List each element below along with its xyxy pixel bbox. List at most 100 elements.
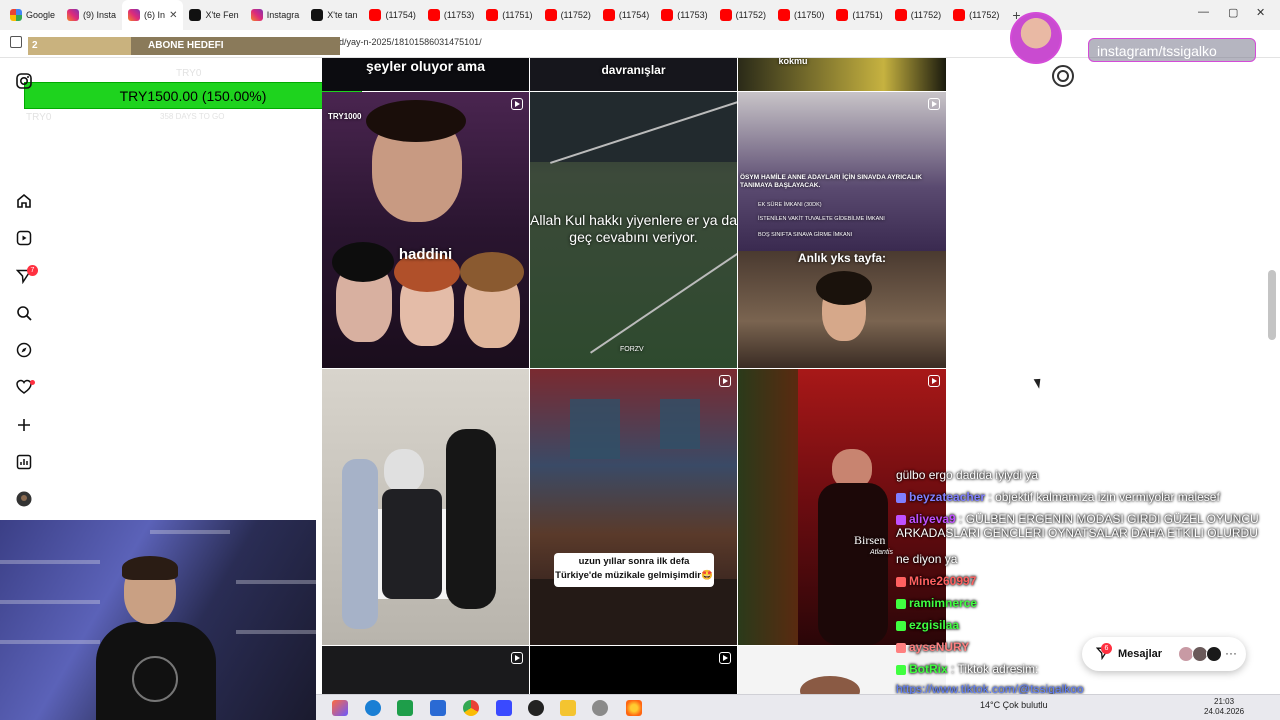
instagram-sidebar: 7	[0, 58, 48, 520]
explore-icon[interactable]	[14, 340, 34, 360]
browser-tab[interactable]: (11754)	[597, 0, 655, 30]
messages-button[interactable]: 6 Mesajlar ···	[1082, 637, 1246, 671]
weather-widget[interactable]: 14°C Çok bulutlu	[980, 700, 1048, 710]
chat-username[interactable]: ezgisilaa	[909, 618, 959, 632]
instagram-icon	[67, 9, 80, 21]
profile-icon[interactable]	[14, 489, 34, 509]
maximize-button[interactable]: ▢	[1228, 6, 1238, 19]
browser-tab-label: (11754)	[618, 10, 650, 20]
chat-badge-icon	[896, 492, 906, 503]
x-icon	[311, 9, 324, 21]
chat-message: ramimnerce	[896, 596, 977, 610]
browser-tab[interactable]: Instagra	[245, 0, 306, 30]
settings-icon[interactable]	[592, 700, 608, 716]
youtube-icon	[427, 9, 440, 21]
post-tile[interactable]: uzun yıllar sonra ilk defa Türkiye'de mü…	[530, 369, 737, 645]
home-icon[interactable]	[14, 191, 34, 211]
instagram-overlay-icon	[1052, 65, 1074, 87]
youtube-icon	[602, 9, 615, 21]
osym-bullet-2: İSTENİLEN VAKİT TUVALETE GİDEBİLME İMKAN…	[758, 216, 885, 222]
browser-tab-label: (9) Insta	[83, 10, 117, 20]
youtube-icon	[486, 9, 499, 21]
browser-tab[interactable]: X'te tan	[305, 0, 363, 30]
browser-tab[interactable]: (11752)	[947, 0, 1005, 30]
post-tile[interactable]: Anlık yks tayfa:	[738, 251, 946, 368]
browser-tab[interactable]: X'te Fen	[183, 0, 244, 30]
minimize-button[interactable]: —	[1198, 6, 1209, 18]
browser-tab[interactable]: (11752)	[889, 0, 947, 30]
chat-message: ezgisilaa	[896, 618, 959, 632]
post-caption: davranışlar	[601, 63, 666, 77]
browser-tab[interactable]: (9) Insta	[61, 0, 122, 30]
chat-badge-icon	[896, 664, 906, 675]
chat-separator: :	[955, 512, 966, 526]
browser-tab[interactable]: (6) In ✕	[122, 0, 184, 30]
browser-tab[interactable]: (11753)	[655, 0, 713, 30]
store-icon[interactable]	[397, 700, 413, 716]
chat-username[interactable]: Mine260997	[909, 574, 976, 588]
reels-icon[interactable]	[14, 228, 34, 248]
chat-badge-icon	[896, 598, 906, 609]
browser-tab-label: (11752)	[910, 10, 942, 20]
dashboard-icon[interactable]	[14, 452, 34, 472]
file-explorer-icon[interactable]	[560, 700, 576, 716]
post-tile[interactable]: davranışlar	[530, 58, 737, 91]
sidebar-toggle-icon[interactable]	[10, 36, 22, 48]
app-icon[interactable]	[496, 700, 512, 716]
close-window-button[interactable]: ✕	[1256, 6, 1265, 19]
ghost-days-left: 358 DAYS TO GO	[160, 112, 225, 121]
chat-username[interactable]: ramimnerce	[909, 596, 977, 610]
edge-icon[interactable]	[365, 700, 381, 716]
chat-text: objektif kalmamıza izin vermiyolar males…	[995, 490, 1220, 504]
messages-badge: 6	[1101, 643, 1112, 654]
youtube-icon	[661, 9, 674, 21]
chat-username[interactable]: aliyeva9	[909, 512, 956, 526]
browser-tab-label: (11752)	[560, 10, 591, 20]
copilot-icon[interactable]	[332, 700, 348, 716]
post-tag: TRY1000	[328, 112, 362, 121]
browser-tab[interactable]: (11752)	[539, 0, 597, 30]
post-tile[interactable]	[322, 369, 529, 645]
browser-tab-label: Instagra	[266, 10, 300, 20]
post-caption: uzun yıllar sonra ilk defa Türkiye'de mü…	[555, 556, 713, 581]
browser-tab-label: Google	[26, 10, 56, 20]
browser-tab[interactable]: (11750)	[772, 0, 830, 30]
chat-badge-icon	[896, 620, 906, 631]
chrome-icon[interactable]	[463, 700, 479, 716]
post-tile[interactable]	[530, 646, 737, 694]
search-icon[interactable]	[14, 303, 34, 323]
browser-tab[interactable]: (11752)	[714, 0, 772, 30]
chat-text: ne diyon ya	[896, 552, 958, 566]
browser-tab[interactable]: (11754)	[363, 0, 421, 30]
browser-tab[interactable]: (11753)	[422, 0, 480, 30]
post-tile[interactable]: TRY1000 haddini	[322, 92, 529, 368]
instagram-logo-icon[interactable]	[14, 71, 34, 91]
post-tile[interactable]: ÖSYM HAMİLE ANNE ADAYLARI İÇİN SINAVDA A…	[738, 92, 946, 251]
post-tile[interactable]: şeyler oluyor ama	[322, 58, 529, 91]
close-tab-icon[interactable]: ✕	[169, 10, 177, 21]
chat-username[interactable]: beyzateacher	[909, 490, 985, 504]
reel-icon	[719, 375, 731, 387]
post-tile[interactable]: kokmu	[738, 58, 946, 91]
more-icon[interactable]: ···	[1225, 646, 1237, 660]
browser-tab[interactable]: (11751)	[480, 0, 538, 30]
chat-badge-icon	[896, 576, 906, 587]
mail-icon[interactable]	[430, 700, 446, 716]
browser-tab[interactable]: Google	[4, 0, 61, 30]
post-tile[interactable]: Allah Kul hakkı yiyenlere er ya da geç c…	[530, 92, 737, 368]
firefox-icon[interactable]	[626, 700, 642, 716]
post-caption: Anlık yks tayfa:	[797, 251, 887, 265]
browser-tab-label: (6) In	[144, 10, 166, 20]
youtube-icon	[369, 9, 382, 21]
browser-tab[interactable]: (11751)	[830, 0, 888, 30]
windows-taskbar	[316, 694, 1280, 720]
obs-icon[interactable]	[528, 700, 544, 716]
page-scrollbar[interactable]	[1268, 270, 1276, 340]
post-tile[interactable]	[322, 646, 529, 694]
chat-username[interactable]: BotRix	[909, 662, 948, 676]
create-icon[interactable]	[14, 415, 34, 435]
clock-time: 21:03	[1214, 697, 1235, 706]
x-icon	[189, 9, 202, 21]
chat-username[interactable]: ayseNURY	[909, 640, 969, 654]
taskbar-clock[interactable]: 21:03 24.04.2026	[1204, 697, 1244, 717]
